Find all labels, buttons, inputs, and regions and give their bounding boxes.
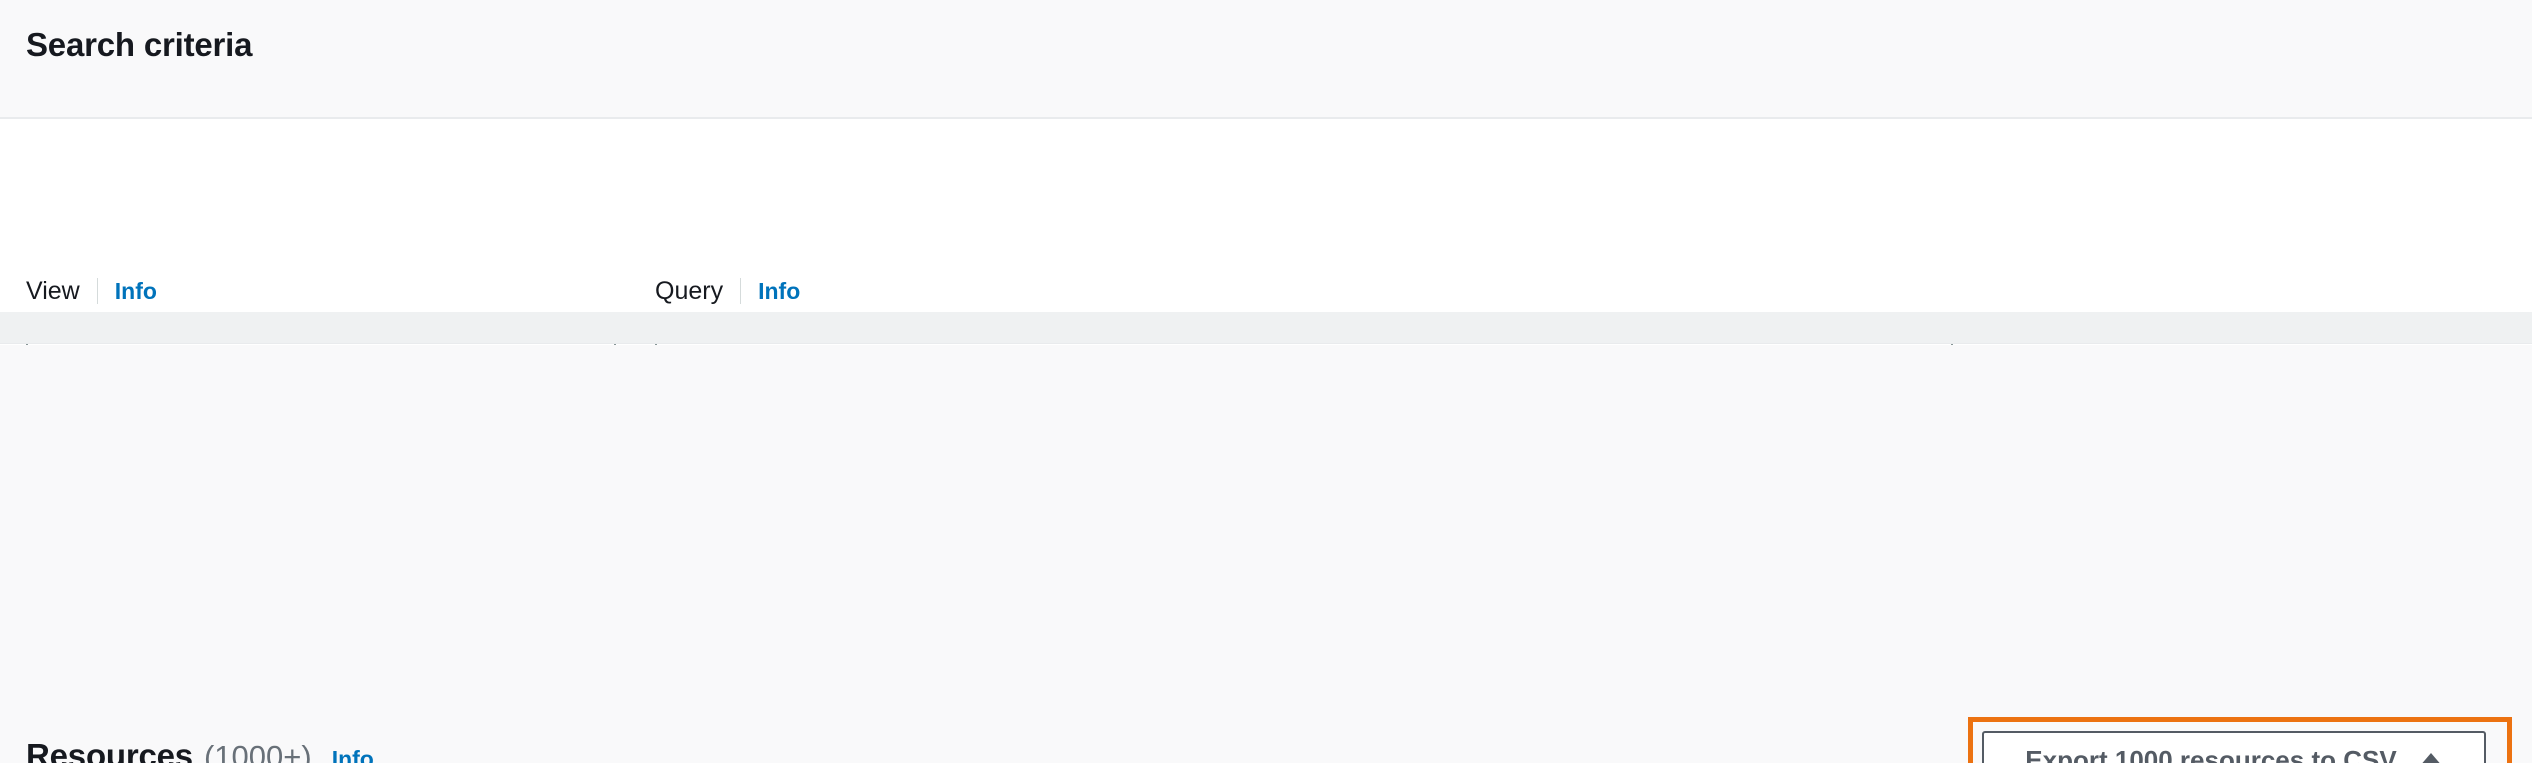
divider <box>740 278 741 304</box>
export-csv-button[interactable]: Export 1000 resources to CSV <box>1982 731 2486 763</box>
view-info-link[interactable]: Info <box>115 280 157 303</box>
resources-title: Resources <box>26 737 193 763</box>
export-csv-button-label: Export 1000 resources to CSV <box>2025 745 2396 763</box>
search-criteria-panel: Search criteria <box>0 0 2532 119</box>
resources-header: Resources (1000+) Info <box>26 737 374 763</box>
view-label-row: View Info <box>26 276 157 306</box>
divider <box>97 278 98 304</box>
resources-count: (1000+) <box>204 739 312 763</box>
view-label: View <box>26 279 80 304</box>
chevron-up-icon <box>2419 753 2443 763</box>
resource-explorer-page: Search criteria View Info Query Info Que… <box>0 0 2532 763</box>
query-info-link[interactable]: Info <box>758 280 800 303</box>
resources-info-link[interactable]: Info <box>332 748 374 763</box>
page-title: Search criteria <box>26 26 252 64</box>
query-label: Query <box>655 279 723 304</box>
section-separator-band <box>0 312 2532 344</box>
resources-panel: Resources (1000+) Info All AWS Regions A… <box>0 345 2532 763</box>
search-form-area: View Info Query Info Query keywords, fil… <box>0 121 2532 312</box>
query-label-row: Query Info <box>655 276 800 306</box>
export-dropdown: Export 1000 resources to CSV Export visi… <box>1982 731 2486 763</box>
